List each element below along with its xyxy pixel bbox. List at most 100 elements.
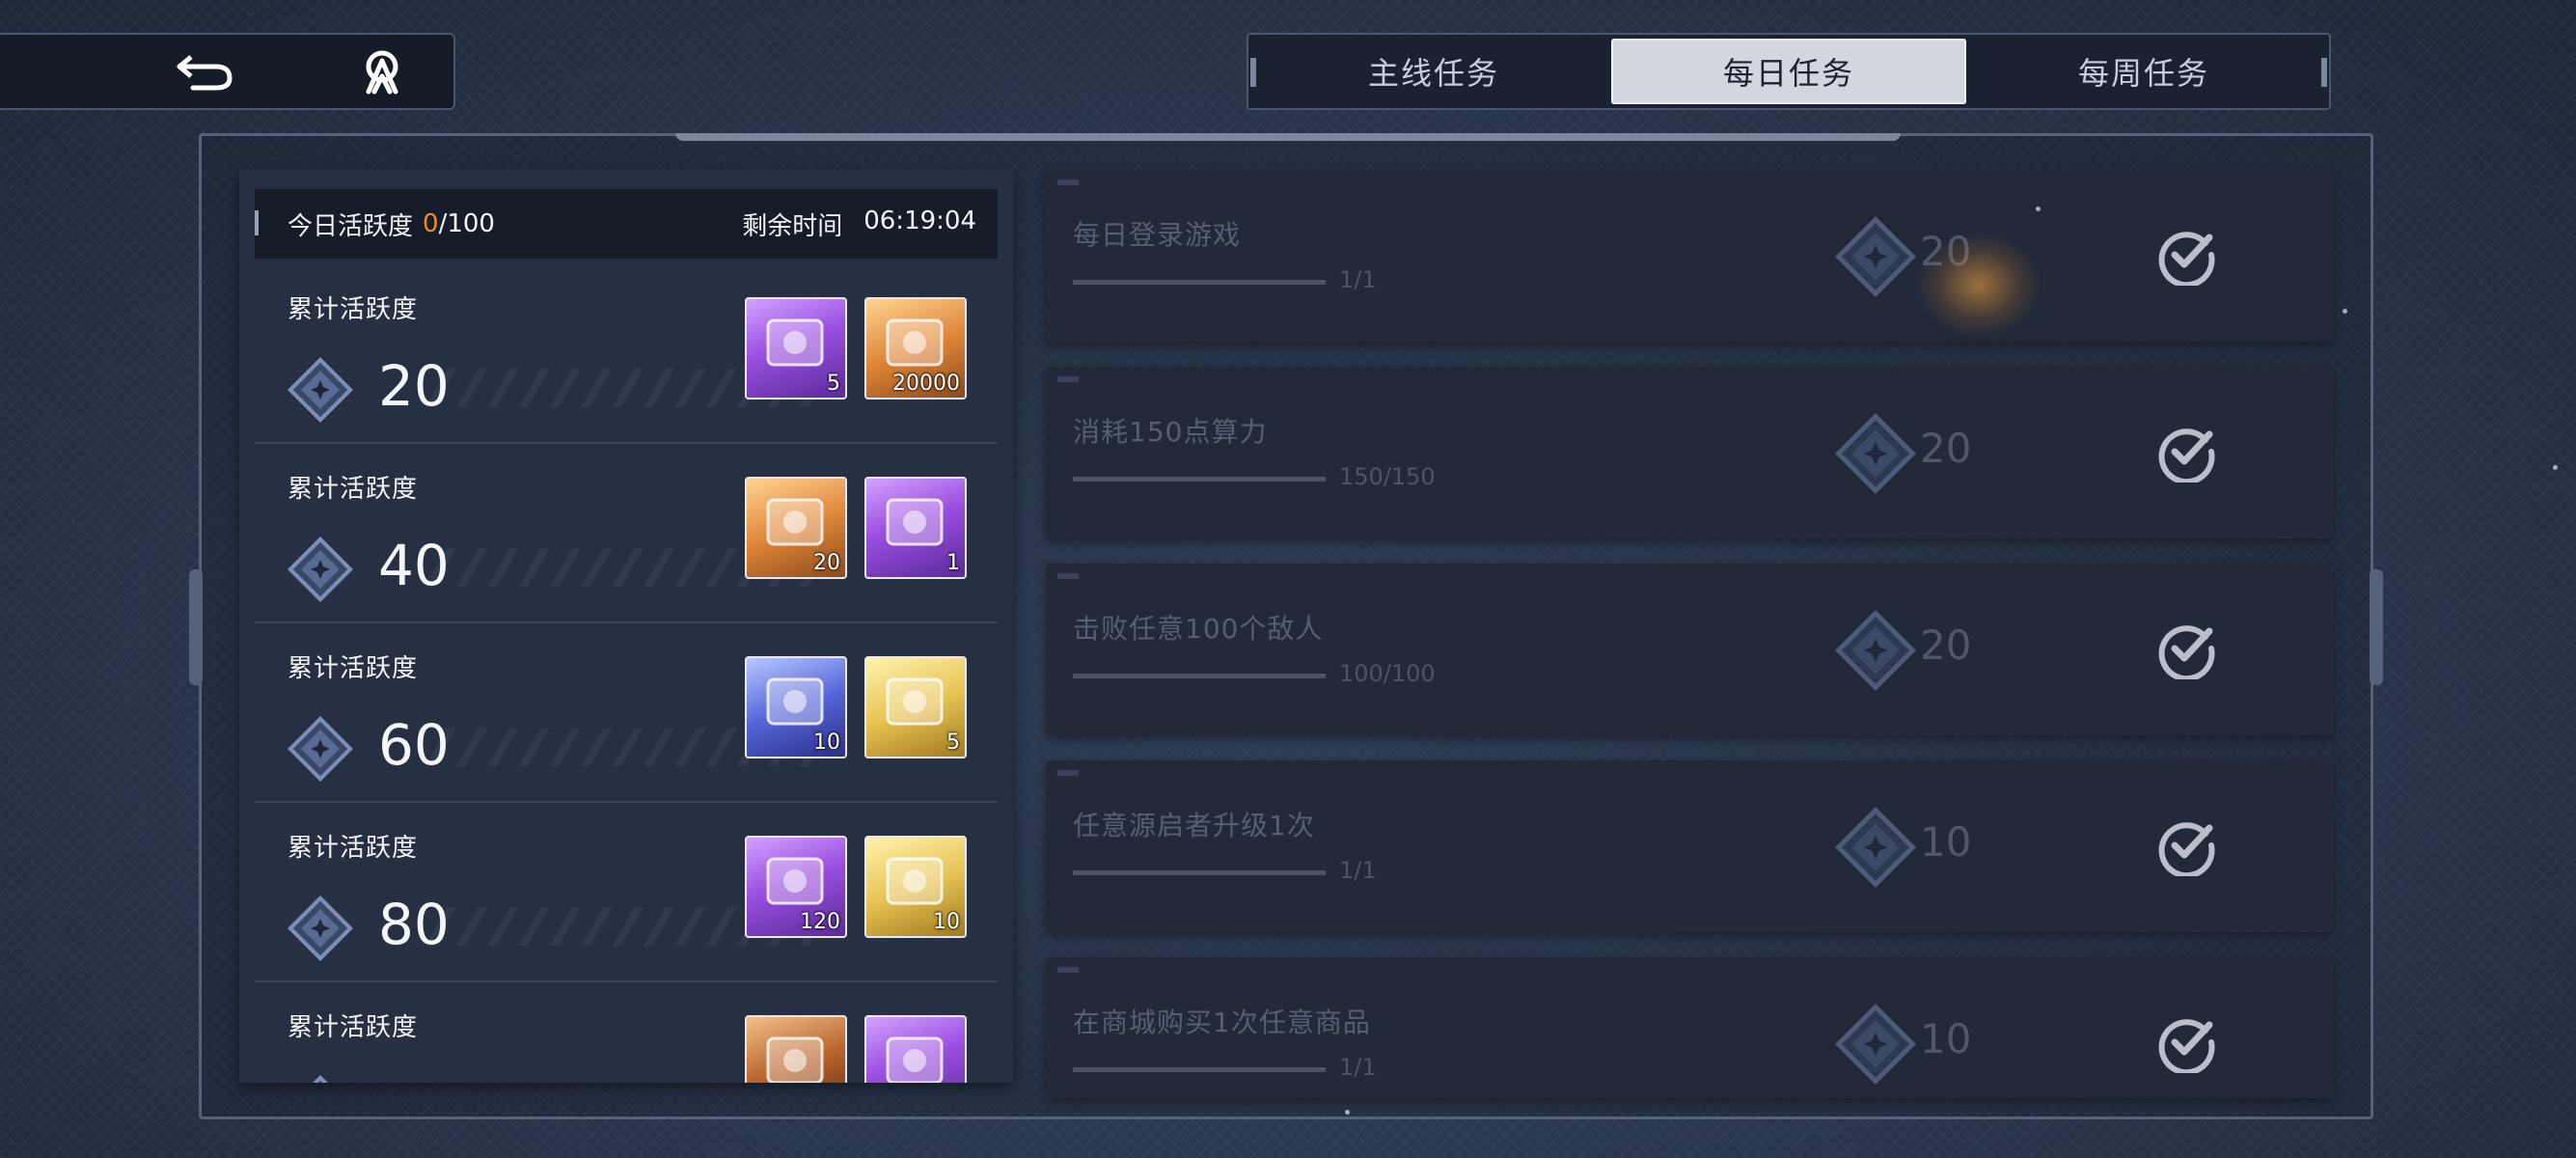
- claimed-check-button[interactable]: [2155, 814, 2217, 880]
- mystery-chest-icon: [886, 498, 944, 546]
- check-circle-icon: [2158, 232, 2215, 289]
- reward-item[interactable]: 10: [745, 656, 847, 758]
- top-nav-bar: [0, 33, 455, 110]
- milestone-label: 累计活跃度: [288, 295, 419, 324]
- check-circle-icon: [2158, 1019, 2215, 1076]
- sparkle: [2343, 309, 2347, 314]
- claimed-check-button[interactable]: [2155, 618, 2217, 683]
- vial-icon: [886, 1036, 944, 1083]
- sparkle: [2036, 207, 2041, 211]
- activity-gem-icon: [288, 896, 353, 961]
- reward-item[interactable]: 5: [864, 656, 967, 758]
- sparkle: [1345, 1110, 1350, 1115]
- milestone-value: 80: [378, 892, 450, 957]
- ticket-card-icon: [766, 318, 824, 367]
- milestone-row: 累计活跃度: [255, 982, 998, 1083]
- task-progress-text: 100/100: [1339, 660, 1436, 687]
- sparkle: [2553, 465, 2558, 470]
- task-points: 20: [1920, 621, 1972, 669]
- reward-quantity: 1: [946, 551, 960, 575]
- task-progress-bar: [1073, 674, 1326, 678]
- claimed-check-button[interactable]: [2155, 1011, 2217, 1077]
- task-title: 任意源启者升级1次: [1073, 810, 1315, 841]
- reward-quantity: 10: [813, 731, 840, 755]
- check-circle-icon: [2158, 428, 2215, 485]
- task-corner-tag: [1057, 770, 1079, 776]
- reward-quantity: 20: [813, 551, 840, 575]
- task-points: 20: [1920, 425, 1972, 472]
- daily-task-card[interactable]: 任意源启者升级1次 1/1 10: [1046, 760, 2333, 932]
- task-corner-tag: [1057, 179, 1079, 185]
- task-corner-tag: [1057, 376, 1079, 382]
- milestone-value: 60: [378, 712, 450, 778]
- daily-task-card[interactable]: 消耗150点算力 150/150 20: [1046, 367, 2333, 538]
- claimed-check-button[interactable]: [2155, 421, 2217, 486]
- milestone-label: 累计活跃度: [288, 654, 419, 683]
- task-corner-tag: [1057, 967, 1079, 973]
- milestone-row: 累计活跃度 40 20 1: [255, 444, 998, 623]
- check-circle-icon: [2158, 822, 2215, 879]
- task-progress-text: 150/150: [1339, 463, 1436, 490]
- milestone-label: 累计活跃度: [288, 834, 419, 863]
- left-frame-handle: [189, 569, 203, 685]
- milestone-row: 累计活跃度 80 120 10: [255, 803, 998, 982]
- task-title: 每日登录游戏: [1073, 219, 1242, 251]
- tab-bar-notch-right: [2321, 58, 2327, 87]
- activity-gem-icon: [288, 537, 353, 602]
- reward-quantity: 10: [933, 910, 960, 934]
- task-progress-text: 1/1: [1339, 266, 1377, 293]
- milestone-row: 累计活跃度 20 5 20000: [255, 264, 998, 444]
- check-circle-icon: [2158, 625, 2215, 682]
- milestone-row: 累计活跃度 60 10 5: [255, 623, 998, 803]
- reward-item[interactable]: 10: [864, 836, 967, 938]
- activity-panel: 今日活跃度 0 /100 剩余时间 06:19:04 累计活跃度 20 5 20…: [239, 170, 1013, 1083]
- daily-task-card[interactable]: 击败任意100个敌人 100/100 20: [1046, 564, 2333, 735]
- daily-task-card[interactable]: 在商城购买1次任意商品 1/1 10: [1046, 957, 2333, 1098]
- claimed-check-button[interactable]: [2155, 224, 2217, 290]
- task-progress-bar: [1073, 1067, 1326, 1072]
- task-points: 20: [1920, 228, 1972, 275]
- activity-gem-icon: [1835, 1004, 1916, 1085]
- task-progress-bar: [1073, 477, 1326, 482]
- activity-gem-icon: [288, 357, 353, 423]
- tab-bar-notch-left: [1250, 58, 1256, 87]
- reward-quantity: 5: [946, 731, 960, 755]
- activity-label: 今日活跃度: [288, 211, 414, 241]
- reward-item[interactable]: 20: [745, 477, 847, 579]
- activity-header: 今日活跃度 0 /100 剩余时间 06:19:04: [255, 189, 998, 259]
- task-title: 击败任意100个敌人: [1073, 613, 1324, 645]
- task-tabs: 主线任务 每日任务 每周任务: [1247, 33, 2331, 110]
- reward-quantity: 120: [800, 910, 840, 934]
- task-progress-text: 1/1: [1339, 857, 1377, 884]
- reward-item[interactable]: [864, 1015, 967, 1083]
- daily-task-card[interactable]: 每日登录游戏 1/1 20: [1046, 170, 2333, 342]
- reward-item[interactable]: [745, 1015, 847, 1083]
- activity-max: /100: [438, 209, 495, 238]
- hub-logo-icon: [366, 50, 398, 95]
- back-button[interactable]: [147, 35, 262, 108]
- remaining-time-value: 06:19:04: [863, 206, 976, 235]
- reward-quantity: 20000: [892, 372, 960, 396]
- remaining-time: 剩余时间 06:19:04: [742, 207, 976, 242]
- tab-weekly-quests[interactable]: 每周任务: [1966, 39, 2321, 104]
- remaining-time-label: 剩余时间: [742, 211, 843, 241]
- tab-main-quests[interactable]: 主线任务: [1256, 39, 1611, 104]
- reward-item[interactable]: 1: [864, 477, 967, 579]
- frame-top-accent: [675, 133, 1901, 141]
- milestone-label: 累计活跃度: [288, 475, 419, 504]
- reward-item[interactable]: 5: [745, 297, 847, 400]
- home-button[interactable]: [324, 35, 440, 108]
- reward-item[interactable]: 120: [745, 836, 847, 938]
- right-frame-handle: [2370, 569, 2383, 685]
- activity-gem-icon: [1835, 610, 1916, 691]
- task-title: 在商城购买1次任意商品: [1073, 1006, 1371, 1038]
- activity-gem-icon: [1835, 216, 1916, 297]
- activity-gem-icon: [1835, 413, 1916, 494]
- reward-quantity: 5: [827, 372, 840, 396]
- battery-device-icon: [886, 677, 944, 726]
- activity-gem-icon: [288, 716, 353, 782]
- tab-daily-quests[interactable]: 每日任务: [1611, 39, 1966, 104]
- milestone-label: 累计活跃度: [288, 1013, 419, 1042]
- activity-gem-icon: [1835, 807, 1916, 888]
- reward-item[interactable]: 20000: [864, 297, 967, 400]
